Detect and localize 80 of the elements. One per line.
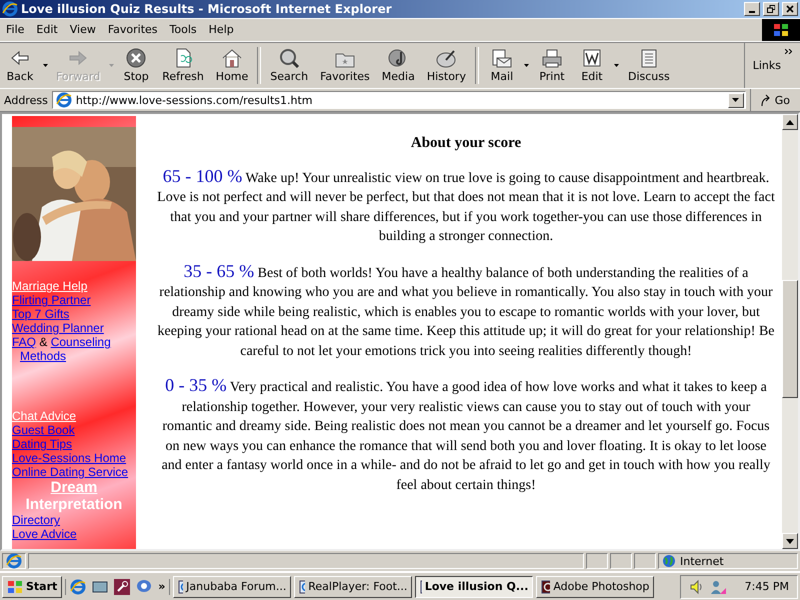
mail-icon — [490, 48, 513, 68]
section-heading: About your score — [410, 135, 522, 152]
menu-item[interactable]: File — [0, 23, 30, 36]
home-icon — [221, 48, 244, 68]
go-button[interactable]: Go — [750, 89, 796, 112]
toolbar-button[interactable]: Mail — [482, 42, 522, 88]
browser-e-icon — [2, 0, 18, 17]
status-panel — [586, 553, 608, 570]
close-button[interactable] — [782, 2, 798, 16]
dropdown-arrow-icon[interactable] — [732, 98, 740, 102]
menu-item[interactable]: Edit — [30, 23, 64, 36]
taskbar-button[interactable]: Adobe Photoshop — [536, 576, 654, 598]
restore-icon — [767, 4, 775, 13]
start-button[interactable]: Start — [2, 576, 62, 598]
globe-icon — [662, 554, 676, 568]
address-label: Address — [4, 94, 48, 107]
toolbar-button[interactable]: Discuss — [622, 42, 676, 88]
status-panel — [634, 553, 656, 570]
printer-icon — [540, 48, 563, 68]
menu-item[interactable]: Help — [202, 23, 240, 36]
scrollbar[interactable] — [782, 114, 798, 550]
taskbar-button[interactable]: RealPlayer: Foot... — [294, 576, 412, 598]
sidebar-link[interactable]: Wedding Planner — [12, 321, 104, 336]
sidebar-link[interactable]: FAQ — [12, 335, 36, 350]
key-icon[interactable] — [114, 578, 130, 595]
more-button[interactable]: » — [158, 580, 166, 594]
scroll-up-icon[interactable] — [786, 120, 794, 125]
scroll-down-icon[interactable] — [786, 538, 794, 544]
close-icon — [786, 4, 794, 13]
sidebar-link[interactable]: Directory — [12, 513, 60, 528]
toolbar-button[interactable]: Print — [532, 42, 572, 88]
menu-item[interactable]: Tools — [164, 23, 203, 36]
media-player-icon[interactable] — [136, 578, 152, 595]
links-button[interactable]: Links — [752, 59, 781, 72]
menu-item[interactable]: Favorites — [102, 23, 164, 36]
sidebar-link[interactable]: Methods — [12, 349, 66, 364]
windows-logo-icon — [7, 580, 23, 594]
page-icon — [6, 553, 22, 570]
sidebar-heading: Interpretation — [26, 496, 122, 514]
sidebar-link[interactable]: Online Dating Service — [12, 465, 128, 480]
address-field[interactable]: http://www.love-sessions.com/results1.htm — [52, 91, 746, 110]
toolbar-button[interactable]: History — [420, 42, 472, 88]
score-paragraph: 0 - 35 % Very practical and realistic. You have a good idea of how love works and what it takes to keep a relationship together. However, your very realistic views can cause you to stay out of touch with your romantic and dreamy side. Being realistic does not mean you cannot be a dreamer and let yourself go. Focus on new ways you can enhance the romance that will send both you and lover floating. It is okay to let loose and enter a fantasy world once in a while- and do not be afraid to let go and get in touch with how you really feel about certain things! — [160, 376, 772, 495]
sidebar-link[interactable]: Marriage Help — [12, 279, 88, 294]
ampersand: & — [39, 335, 48, 350]
window-title: Love illusion Quiz Results - Microsoft Internet Explorer — [21, 2, 393, 16]
taskbar-button[interactable]: Love illusion Q... — [415, 576, 534, 598]
sidebar-link[interactable]: Counseling — [50, 335, 111, 350]
toolbar-button[interactable]: Search — [264, 42, 314, 88]
minimize-button[interactable] — [744, 2, 760, 16]
history-icon — [435, 48, 458, 68]
sidebar-link[interactable]: Love Advice — [12, 527, 77, 542]
chevron-icon[interactable] — [785, 48, 792, 54]
toolbar-button[interactable]: Favorites — [314, 42, 376, 88]
windows-logo-icon — [772, 22, 790, 38]
caret-icon[interactable] — [614, 64, 620, 68]
toolbar-button[interactable]: Home — [210, 42, 254, 88]
stop-icon — [125, 48, 148, 68]
quick-launch-browser-icon[interactable] — [70, 578, 86, 595]
menu-item[interactable]: View — [64, 23, 102, 36]
zone-label: Internet — [680, 554, 724, 568]
browser-e-icon — [56, 92, 72, 108]
caret-icon[interactable] — [524, 64, 530, 68]
clock: 7:45 PM — [744, 580, 789, 594]
taskbar-button[interactable]: Janubaba Forum... — [173, 576, 292, 598]
score-paragraph: 65 - 100 % Wake up! Your unrealistic view on true love is going to cause disappointment and heartbreak. Love is not perfect and will never be perfect, but that does not mean that it is not love. Learn to accept the fact that you and your partner will share differences, but if you work together-you can use those differences in building a stronger connection. — [156, 166, 776, 246]
toolbar-button[interactable]: Back — [0, 42, 40, 88]
edit-icon — [580, 48, 603, 68]
caret-icon[interactable] — [42, 64, 48, 68]
desktop-icon[interactable] — [92, 578, 108, 595]
minimize-icon — [749, 10, 755, 13]
toolbar-button[interactable]: Refresh — [156, 42, 210, 88]
toolbar-button[interactable]: Edit — [572, 42, 612, 88]
search-icon — [278, 48, 300, 68]
toolbar-button[interactable]: Stop — [116, 42, 156, 88]
sidebar-link[interactable]: Love-Sessions Home — [12, 451, 126, 466]
toolbar-button[interactable]: Media — [376, 42, 421, 88]
restore-button[interactable] — [763, 2, 779, 16]
status-panel — [610, 553, 632, 570]
score-paragraph: 35 - 65 % Best of both worlds! You have a healthy balance of both understanding the realities of a relationship and knowing who you are and what you believe in romantically. You also stay in touch with your dreamy side while being realistic, which is enables you to escape to romantic worlds with your lover, but keeping your rational head on at the same time. Keep this attitude up; it will do great for your relationship! Be careful to not let your emotions trick you into seeing realities differently though! — [156, 262, 776, 361]
